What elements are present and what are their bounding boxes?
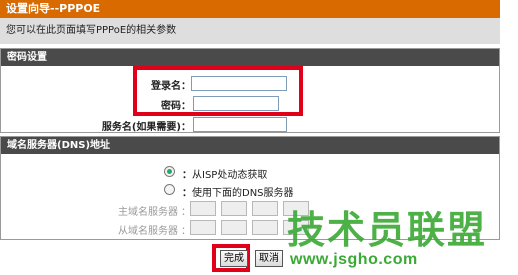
primary-dns-octet-3[interactable]: [252, 201, 278, 216]
service-name-colon: ：: [181, 122, 191, 133]
finish-button[interactable]: 完成: [220, 250, 248, 267]
password-section-header: 密码设置: [1, 49, 499, 66]
secondary-dns-octet-2[interactable]: [221, 220, 247, 235]
watermark-url: www.jsgho.com: [290, 251, 418, 268]
dns-manual-colon: ：: [182, 188, 192, 199]
wizard-header: 设置向导--PPPOE 您可以在此页面填写PPPoE的相关参数: [0, 0, 518, 46]
wizard-title: 设置向导--PPPOE: [0, 0, 500, 18]
service-name-label: 服务名(如果需要): [101, 122, 181, 133]
primary-dns-label: 主域名服务器: [118, 207, 178, 218]
wizard-description: 您可以在此页面填写PPPoE的相关参数: [0, 18, 500, 44]
service-name-input[interactable]: [193, 117, 287, 132]
dns-auto-label: 从ISP处动态获取: [192, 170, 268, 181]
secondary-dns-label: 从域名服务器: [118, 226, 178, 237]
dns-auto-radio[interactable]: [164, 166, 175, 177]
dns-auto-colon: ：: [182, 170, 192, 181]
dns-manual-label: 使用下面的DNS服务器: [192, 188, 294, 199]
primary-dns-octet-1[interactable]: [190, 201, 216, 216]
watermark-logo: 技术员联盟: [287, 208, 488, 252]
primary-dns-octet-2[interactable]: [221, 201, 247, 216]
secondary-dns-octet-3[interactable]: [252, 220, 278, 235]
cancel-button[interactable]: 取消: [255, 250, 283, 267]
dns-manual-radio[interactable]: [164, 184, 175, 195]
dns-section-header: 域名服务器(DNS)地址: [1, 137, 499, 154]
login-highlight-frame: [133, 66, 303, 116]
secondary-dns-octet-1[interactable]: [190, 220, 216, 235]
